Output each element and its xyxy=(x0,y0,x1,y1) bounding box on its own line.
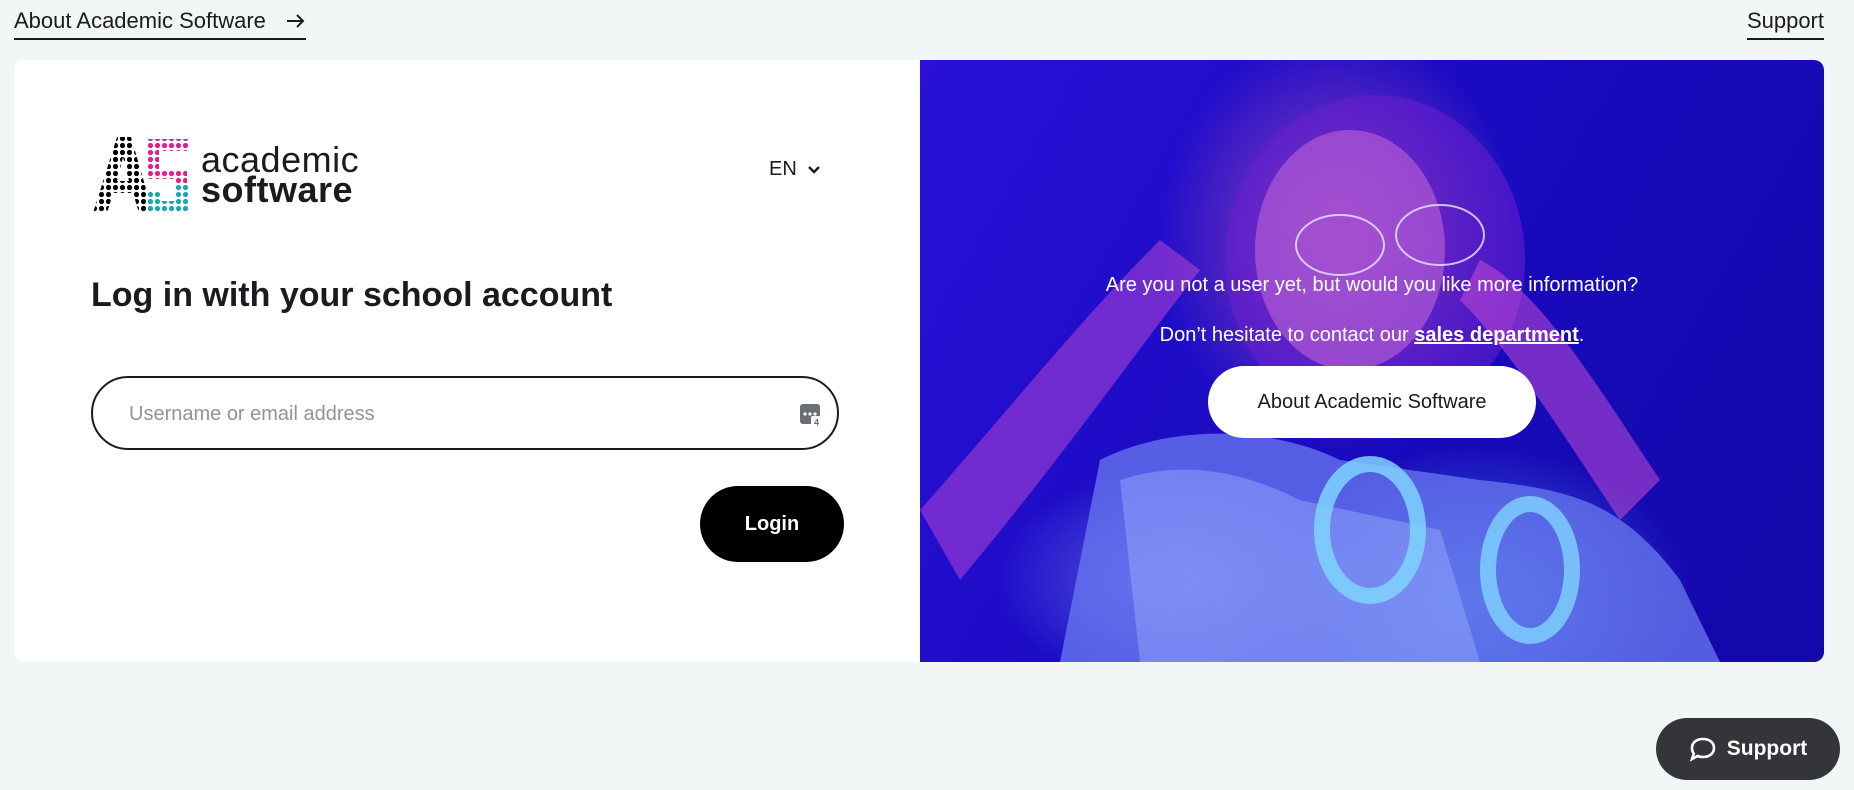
username-input[interactable] xyxy=(127,396,751,432)
login-pane: academic software EN Log in with your sc… xyxy=(14,60,920,662)
arrow-right-icon xyxy=(286,13,306,29)
username-field-container: 4 xyxy=(91,376,839,450)
promo-question: Are you not a user yet, but would you li… xyxy=(1105,274,1639,296)
page-title: Log in with your school account xyxy=(91,276,613,314)
chevron-down-icon xyxy=(807,165,820,174)
language-selector[interactable]: EN xyxy=(769,158,821,181)
promo-content: Are you not a user yet, but would you li… xyxy=(920,260,1824,438)
chat-bubble-icon xyxy=(1689,737,1716,762)
promo-contact-suffix: . xyxy=(1578,324,1585,346)
language-selected: EN xyxy=(769,158,797,180)
password-manager-icon[interactable]: 4 xyxy=(799,402,823,428)
svg-text:4: 4 xyxy=(814,418,819,428)
about-academic-software-link[interactable]: About Academic Software xyxy=(14,8,306,40)
academic-software-logo: academic software xyxy=(91,135,359,215)
promo-contact-prefix: Don’t hesitate to contact our xyxy=(1159,324,1415,346)
logo-mark-icon xyxy=(93,137,189,213)
login-button[interactable]: Login xyxy=(700,486,844,562)
promo-contact-line: Don’t hesitate to contact our sales depa… xyxy=(920,310,1824,360)
support-chat-label: Support xyxy=(1726,737,1808,760)
about-academic-software-button[interactable]: About Academic Software xyxy=(1208,366,1536,438)
logo-wordmark: academic software xyxy=(201,142,359,210)
logo-line-software: software xyxy=(201,169,354,210)
about-link-label: About Academic Software xyxy=(14,8,266,33)
support-link[interactable]: Support xyxy=(1746,8,1824,40)
support-chat-button[interactable]: Support xyxy=(1656,718,1840,780)
login-card: academic software EN Log in with your sc… xyxy=(14,60,1824,662)
sales-department-link[interactable]: sales department xyxy=(1414,324,1579,346)
promo-panel: Are you not a user yet, but would you li… xyxy=(920,60,1824,662)
